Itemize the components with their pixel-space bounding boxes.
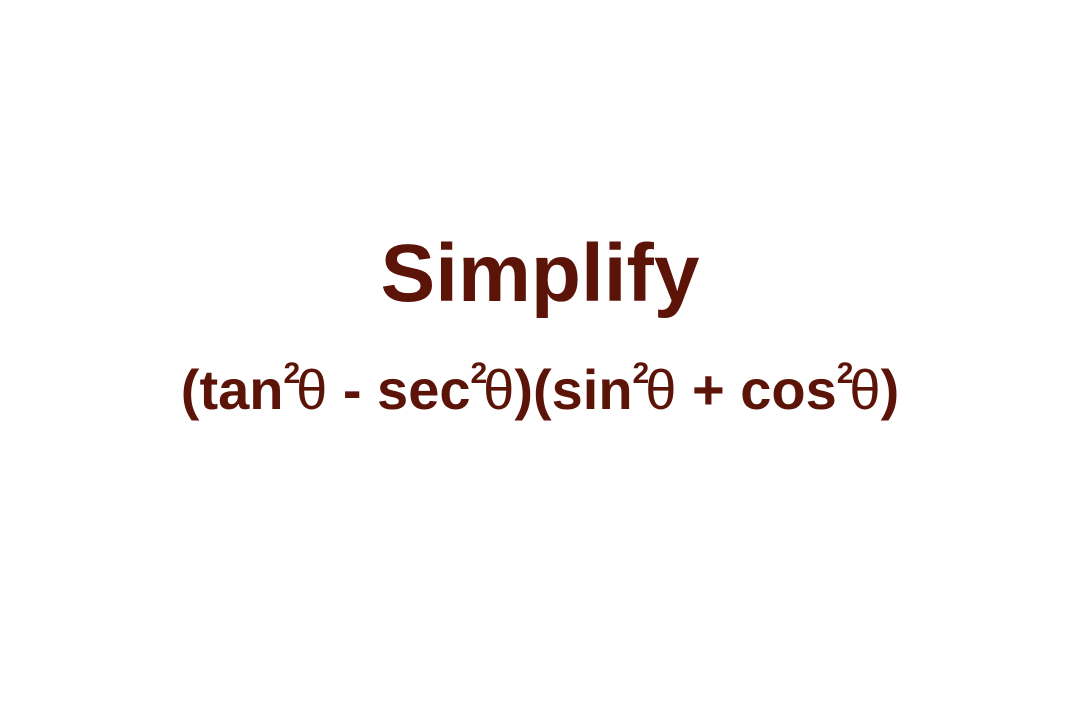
tan-function: tan	[199, 358, 284, 421]
paren-join: )(	[514, 358, 552, 421]
sin-exponent: 2	[632, 357, 650, 391]
heading-simplify: Simplify	[380, 228, 700, 319]
sec-exponent: 2	[470, 357, 488, 391]
sec-function: sec	[377, 358, 471, 421]
sin-function: sin	[551, 358, 633, 421]
theta-symbol: θ	[296, 358, 328, 421]
tan-exponent: 2	[283, 357, 301, 391]
plus-operator: +	[676, 358, 741, 421]
close-paren: )	[880, 358, 900, 421]
open-paren: (	[180, 358, 200, 421]
cos-exponent: 2	[836, 357, 854, 391]
cos-function: cos	[740, 358, 837, 421]
theta-symbol: θ	[849, 358, 881, 421]
slide: Simplify (tan2θ - sec2θ)(sin2θ + cos2θ)	[0, 0, 1080, 728]
minus-operator: -	[327, 358, 378, 421]
theta-symbol: θ	[483, 358, 515, 421]
trig-expression: (tan2θ - sec2θ)(sin2θ + cos2θ)	[0, 352, 1080, 428]
theta-symbol: θ	[645, 358, 677, 421]
